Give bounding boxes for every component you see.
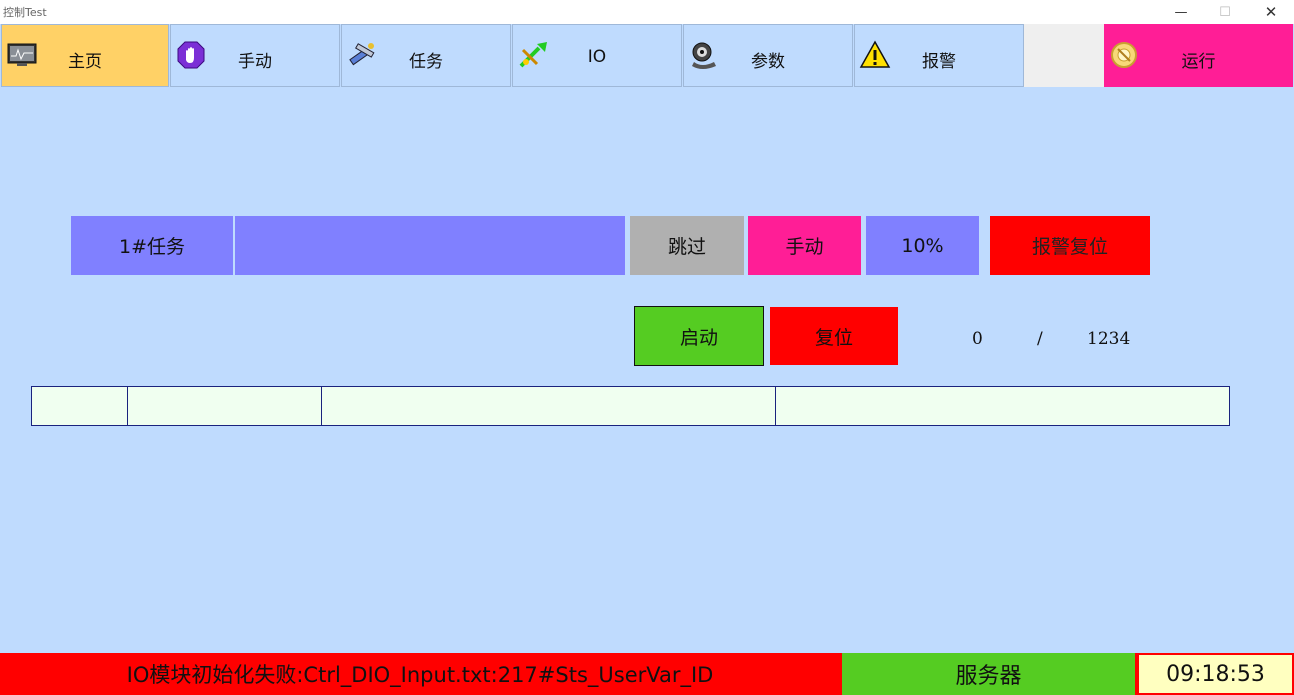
title-bar: 控制Test — ☐ ✕ <box>0 0 1294 24</box>
table-cell[interactable] <box>776 387 1229 425</box>
tab-io[interactable]: IO <box>512 24 682 87</box>
window-title: 控制Test <box>3 6 47 19</box>
task-name: 1#任务 <box>71 216 233 275</box>
table-cell[interactable] <box>322 387 776 425</box>
tab-alarm[interactable]: 报警 <box>854 24 1024 87</box>
tab-label: IO <box>587 47 607 67</box>
table-cell[interactable] <box>32 387 128 425</box>
minimize-button[interactable]: — <box>1158 0 1204 24</box>
tab-params[interactable]: 参数 <box>683 24 853 87</box>
tab-label: 报警 <box>922 52 956 72</box>
count-total: 1234 <box>1087 329 1131 349</box>
tab-manual[interactable]: 手动 <box>170 24 340 87</box>
tab-label: 参数 <box>751 52 785 72</box>
table-cell[interactable] <box>128 387 322 425</box>
alarm-reset-button[interactable]: 报警复位 <box>990 216 1150 275</box>
run-label: 运行 <box>1181 52 1216 72</box>
count-separator: / <box>1037 329 1043 349</box>
tab-label: 手动 <box>238 52 272 72</box>
run-button[interactable]: 运行 <box>1104 24 1293 87</box>
clock: 09:18:53 <box>1137 653 1294 695</box>
close-button[interactable]: ✕ <box>1248 0 1294 24</box>
data-table <box>31 386 1230 426</box>
maximize-button[interactable]: ☐ <box>1202 0 1248 24</box>
tab-home[interactable]: 主页 <box>1 24 169 87</box>
server-status: 服务器 <box>840 653 1137 695</box>
skip-button[interactable]: 跳过 <box>630 216 744 275</box>
task-progress-bar <box>235 216 625 275</box>
tab-label: 主页 <box>68 52 102 72</box>
tab-task[interactable]: 任务 <box>341 24 511 87</box>
speed-percent-button[interactable]: 10% <box>866 216 979 275</box>
nav-bar: 主页 手动 任务 IO 参数 报警 运行 <box>0 24 1294 87</box>
count-current: 0 <box>972 329 983 349</box>
status-message: IO模块初始化失败:Ctrl_DIO_Input.txt:217#Sts_Use… <box>0 653 840 695</box>
nav-spacer <box>1024 24 1104 87</box>
tab-label: 任务 <box>409 52 443 72</box>
reset-button[interactable]: 复位 <box>770 307 898 365</box>
manual-button[interactable]: 手动 <box>748 216 861 275</box>
start-button[interactable]: 启动 <box>634 306 764 366</box>
